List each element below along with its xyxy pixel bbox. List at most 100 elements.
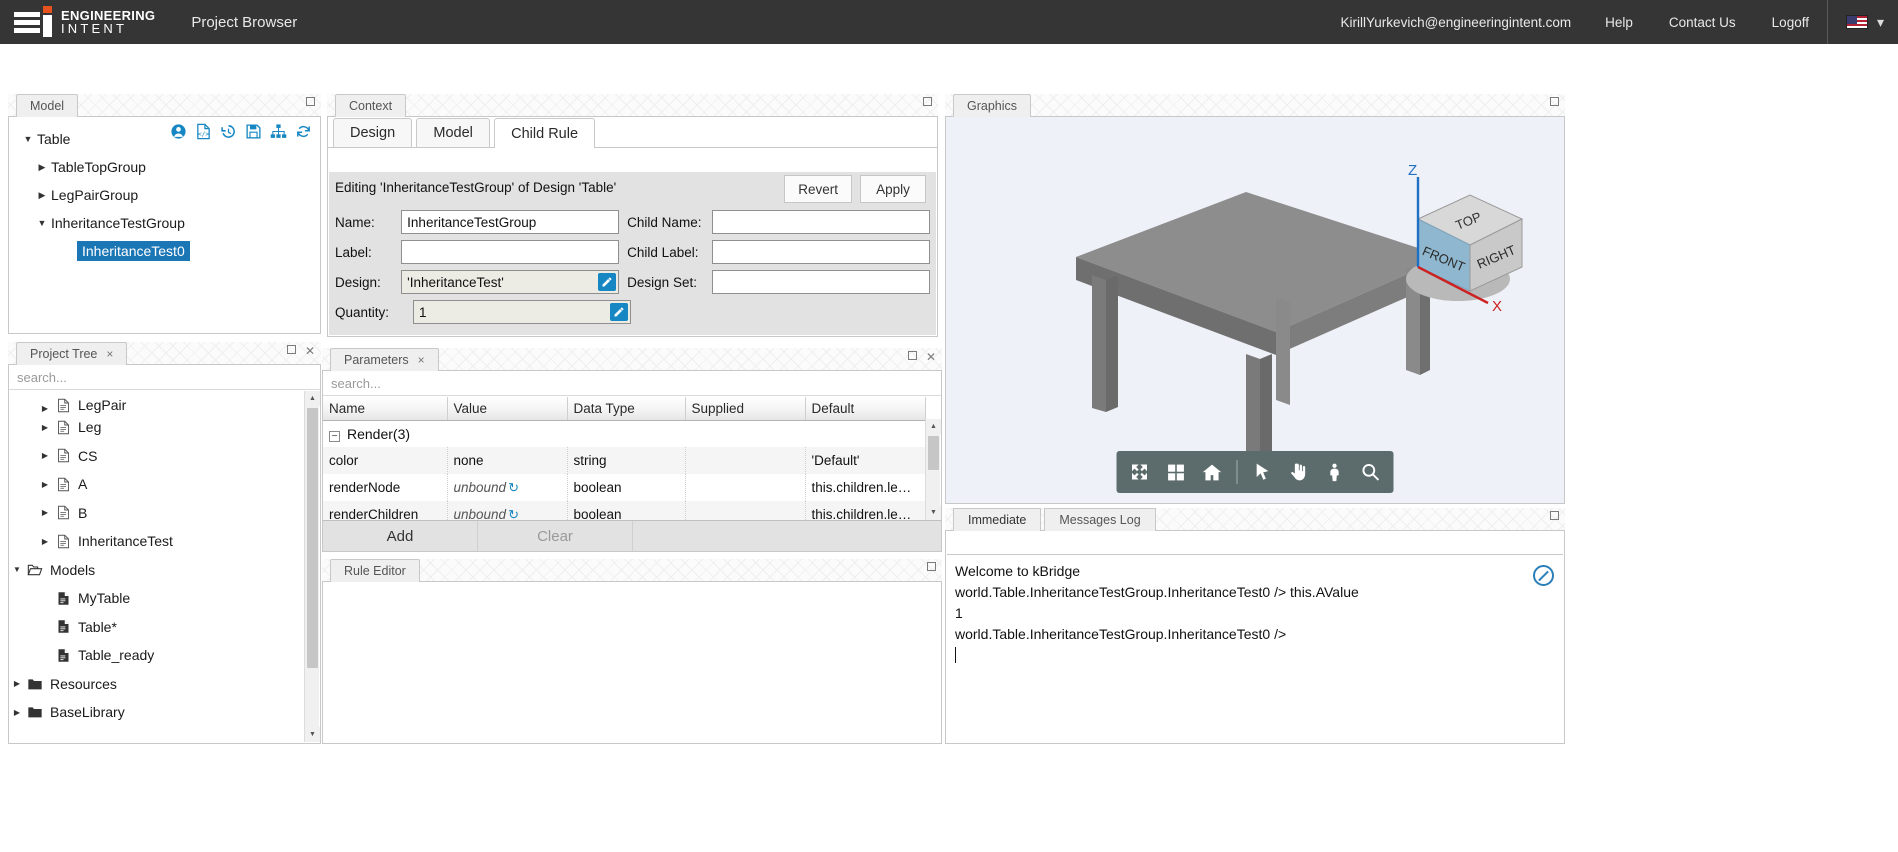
chevron-down-icon[interactable] (33, 218, 51, 228)
collapse-group-icon[interactable]: − (329, 431, 340, 442)
cell-name[interactable]: color (323, 447, 448, 474)
project-search-row[interactable] (9, 365, 320, 390)
column-header-default[interactable]: Default (805, 397, 926, 421)
scroll-up-icon[interactable]: ▲ (926, 419, 941, 434)
sync-icon[interactable]: ↻ (508, 480, 519, 495)
cell-supplied[interactable] (685, 474, 806, 501)
maximize-icon[interactable] (1550, 97, 1559, 106)
cell-default[interactable]: 'Default' (805, 447, 926, 474)
tab-immediate[interactable]: Immediate (953, 508, 1042, 531)
cell-default[interactable]: this.children.le… (805, 501, 926, 520)
user-icon[interactable] (170, 123, 187, 140)
chevron-right-icon[interactable] (33, 190, 51, 201)
model-tree-node[interactable]: TableTopGroup (9, 153, 320, 181)
search-input[interactable] (323, 371, 941, 395)
parameters-scrollbar[interactable]: ▲ ▼ (925, 419, 941, 520)
name-input[interactable] (401, 210, 620, 234)
logoff-link[interactable]: Logoff (1754, 15, 1827, 30)
sync-icon[interactable]: ↻ (508, 507, 519, 521)
chevron-right-icon[interactable] (37, 451, 53, 460)
project-tree-node[interactable]: Models (9, 556, 320, 585)
project-tree-node[interactable]: Table* (9, 613, 320, 642)
tab-project-tree[interactable]: Project Tree × (16, 342, 128, 365)
cell-data-type[interactable]: string (567, 447, 686, 474)
apply-button[interactable]: Apply (860, 175, 926, 203)
model-tree-node[interactable]: InheritanceTestGroup (9, 209, 320, 237)
chevron-right-icon[interactable] (37, 537, 53, 546)
design-input[interactable] (401, 270, 620, 294)
code-file-icon[interactable]: </> (195, 123, 212, 140)
orbit-icon[interactable] (1324, 461, 1346, 483)
parameter-group-row[interactable]: − Render(3) (323, 420, 926, 447)
maximize-icon[interactable] (907, 351, 917, 360)
project-tree-node[interactable]: A (9, 470, 320, 499)
refresh-icon[interactable] (295, 123, 312, 140)
chevron-right-icon[interactable] (37, 508, 53, 517)
tab-graphics[interactable]: Graphics (953, 94, 1032, 117)
hierarchy-icon[interactable] (270, 123, 287, 140)
console-prompt-caret[interactable] (955, 645, 1555, 666)
project-tree-node[interactable]: BaseLibrary (9, 698, 320, 727)
home-icon[interactable] (1201, 461, 1223, 483)
chevron-right-icon[interactable] (33, 162, 51, 173)
edit-pencil-icon[interactable] (598, 273, 617, 291)
parameters-search-row[interactable] (323, 371, 941, 396)
chevron-down-icon[interactable] (19, 134, 37, 144)
chevron-right-icon[interactable] (9, 708, 25, 717)
column-header-name[interactable]: Name (323, 397, 448, 421)
console-panel-body[interactable]: Welcome to kBridge world.Table.Inheritanc… (945, 531, 1565, 744)
design-set-input[interactable] (712, 270, 930, 294)
model-tree-node[interactable]: InheritanceTest0 (9, 237, 320, 265)
tab-context[interactable]: Context (335, 94, 407, 117)
child-name-input[interactable] (712, 210, 930, 234)
project-tree-node[interactable]: LegPair (9, 393, 320, 413)
chevron-right-icon[interactable] (37, 480, 53, 489)
save-icon[interactable] (245, 123, 262, 140)
scroll-up-icon[interactable]: ▲ (305, 391, 320, 406)
clear-console-icon[interactable] (1533, 565, 1554, 586)
cell-value[interactable]: unbound ↻ (447, 474, 568, 501)
tab-child-rule[interactable]: Child Rule (494, 118, 596, 148)
tab-design[interactable]: Design (333, 118, 413, 147)
close-icon[interactable]: × (106, 347, 113, 361)
rule-editor-body[interactable] (322, 582, 942, 744)
scrollbar-thumb[interactable] (307, 408, 318, 668)
maximize-icon[interactable] (286, 345, 296, 354)
close-icon[interactable]: × (418, 353, 425, 367)
view-cube[interactable]: TOP FRONT RIGHT Z X (1346, 157, 1556, 347)
history-icon[interactable] (220, 123, 237, 140)
model-tree-node[interactable]: LegPairGroup (9, 181, 320, 209)
table-row[interactable]: color none string 'Default' (323, 447, 926, 474)
cell-supplied[interactable] (685, 501, 806, 520)
app-logo[interactable]: ENGINEERING INTENT (14, 5, 155, 37)
maximize-icon[interactable] (306, 97, 315, 106)
close-icon[interactable]: ✕ (926, 351, 936, 363)
add-parameter-button[interactable]: Add (323, 521, 478, 551)
tab-parameters[interactable]: Parameters × (330, 348, 439, 371)
scroll-down-icon[interactable]: ▼ (305, 727, 320, 742)
maximize-icon[interactable] (923, 97, 932, 106)
tab-model[interactable]: Model (16, 94, 79, 117)
scroll-down-icon[interactable]: ▼ (926, 505, 941, 520)
grid-icon[interactable] (1165, 461, 1187, 483)
project-tree-node[interactable]: Leg (9, 413, 320, 442)
project-tree-node[interactable]: MyTable (9, 584, 320, 613)
maximize-icon[interactable] (1550, 511, 1559, 520)
project-tree-scrollbar[interactable]: ▲ ▼ (304, 391, 320, 742)
project-tree-node[interactable]: Resources (9, 670, 320, 699)
edit-pencil-icon[interactable] (610, 303, 628, 321)
chevron-down-icon[interactable] (9, 565, 25, 574)
console-output[interactable]: Welcome to kBridge world.Table.Inheritanc… (947, 554, 1563, 742)
maximize-icon[interactable] (927, 562, 936, 571)
project-tree-node[interactable]: InheritanceTest (9, 527, 320, 556)
tab-model[interactable]: Model (416, 118, 491, 147)
chevron-right-icon[interactable] (37, 404, 53, 413)
column-header-supplied[interactable]: Supplied (685, 397, 806, 421)
project-tree-node[interactable]: B (9, 499, 320, 528)
cell-value[interactable]: none (447, 447, 568, 474)
table-row[interactable]: renderChildren unbound ↻ boolean this.childr… (323, 501, 926, 520)
close-icon[interactable]: ✕ (305, 345, 315, 357)
clear-parameter-button[interactable]: Clear (478, 521, 633, 551)
cell-name[interactable]: renderChildren (323, 501, 448, 520)
scrollbar-thumb[interactable] (928, 436, 939, 470)
